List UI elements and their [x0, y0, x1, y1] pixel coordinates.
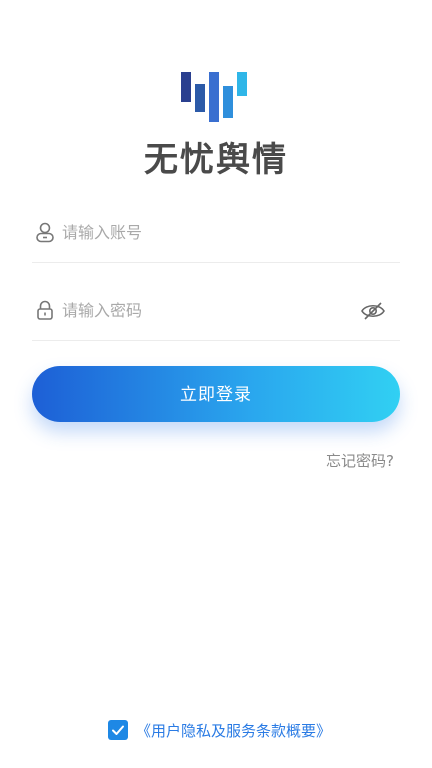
app-name: 无忧舆情 — [144, 140, 288, 180]
app-logo: 无忧舆情 — [0, 68, 432, 180]
lock-icon — [37, 300, 53, 320]
check-icon — [112, 725, 124, 735]
user-icon — [36, 222, 54, 243]
login-button[interactable]: 立即登录 — [32, 366, 400, 422]
account-input[interactable] — [62, 218, 362, 246]
privacy-terms-link[interactable]: 《用户隐私及服务条款概要》 — [136, 720, 331, 741]
logo-mark-icon — [181, 72, 247, 122]
password-input[interactable] — [62, 296, 362, 324]
agreement-checkbox[interactable] — [108, 720, 128, 740]
eye-off-icon[interactable] — [360, 300, 386, 322]
password-field — [32, 282, 400, 341]
agreement-row: 《用户隐私及服务条款概要》 — [108, 719, 331, 741]
account-field — [32, 204, 400, 263]
forgot-password-link[interactable]: 忘记密码? — [326, 450, 394, 471]
